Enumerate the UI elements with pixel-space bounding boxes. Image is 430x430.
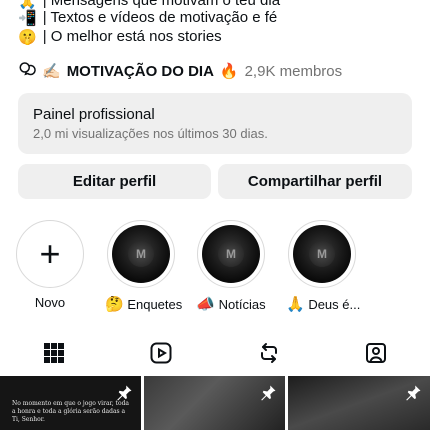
pin-icon	[261, 385, 276, 401]
thinking-emoji: 🤔	[105, 295, 124, 313]
highlight-cover: M	[112, 225, 170, 283]
highlight-label-text: Notícias	[218, 297, 266, 312]
tagged-icon	[366, 343, 386, 363]
pin-icon	[406, 385, 421, 401]
channel-name: MOTIVAÇÃO DO DIA	[66, 62, 214, 80]
highlight-cover: M	[293, 225, 351, 283]
bio-line-2: 📲 | Textos e vídeos de motivação e fé	[18, 8, 277, 28]
edit-profile-button[interactable]: Editar perfil	[18, 164, 211, 199]
tab-tagged[interactable]	[322, 336, 430, 370]
tab-reels[interactable]	[107, 336, 215, 370]
highlight-label: 📣 Notícias	[195, 295, 267, 313]
plus-icon: +	[39, 233, 61, 274]
professional-dashboard[interactable]: Painel profissional 2,0 mi visualizações…	[18, 93, 412, 154]
fire-emoji: 🔥	[219, 62, 239, 80]
praying-emoji: 🙏	[286, 295, 305, 313]
highlight-label-text: Enquetes	[127, 297, 183, 312]
new-highlight-ring: +	[16, 220, 84, 288]
highlight-label: Novo	[34, 295, 66, 310]
broadcast-channel-link[interactable]: ✍🏻 MOTIVAÇÃO DO DIA 🔥 2,9K membros	[18, 60, 342, 82]
tab-reposts[interactable]	[215, 336, 323, 370]
logo-icon: M	[218, 241, 244, 267]
highlight-ring: M	[288, 220, 356, 288]
channel-icon	[18, 60, 36, 82]
megaphone-emoji: 📣	[196, 295, 216, 313]
highlight-deus[interactable]: M 🙏 Deus é...	[286, 220, 361, 313]
highlight-label-text: Deus é...	[308, 297, 361, 312]
highlight-ring: M	[107, 220, 175, 288]
highlight-noticias[interactable]: M 📣 Notícias	[195, 220, 267, 313]
tab-grid[interactable]	[0, 336, 108, 370]
bio-line-3: 🤫 | O melhor está nos stories	[18, 27, 222, 47]
bio-line-text: | O melhor está nos stories	[42, 28, 222, 45]
post-thumbnail[interactable]	[144, 376, 285, 430]
dashboard-subtitle: 2,0 mi visualizações nos últimos 30 dias…	[33, 126, 268, 141]
highlight-cover: M	[202, 225, 260, 283]
new-highlight[interactable]: + Novo	[14, 220, 86, 310]
bio-line-text: | Textos e vídeos de motivação e fé	[42, 9, 278, 26]
share-profile-button[interactable]: Compartilhar perfil	[218, 164, 412, 199]
pin-icon	[117, 385, 132, 401]
highlight-enquetes[interactable]: M 🤔 Enquetes	[105, 220, 182, 313]
dashboard-title: Painel profissional	[33, 106, 155, 123]
logo-icon: M	[128, 241, 154, 267]
shush-emoji: 🤫	[18, 28, 37, 46]
reels-icon	[150, 342, 172, 364]
channel-members: 2,9K membros	[244, 62, 343, 80]
profile-tabs	[0, 336, 430, 370]
reposts-icon	[261, 343, 277, 363]
post-thumbnail[interactable]: No momento em que o jogo virar, toda a h…	[0, 376, 141, 430]
highlight-label: 🤔 Enquetes	[105, 295, 182, 313]
writing-hand-emoji: ✍🏻	[42, 62, 61, 80]
highlight-label: 🙏 Deus é...	[286, 295, 361, 313]
grid-icon	[44, 343, 64, 363]
highlight-ring: M	[197, 220, 265, 288]
phone-emoji: 📲	[18, 9, 37, 27]
post-thumbnail[interactable]	[288, 376, 430, 430]
logo-icon: M	[309, 241, 335, 267]
post-caption-overlay: No momento em que o jogo virar, toda a h…	[12, 400, 129, 423]
